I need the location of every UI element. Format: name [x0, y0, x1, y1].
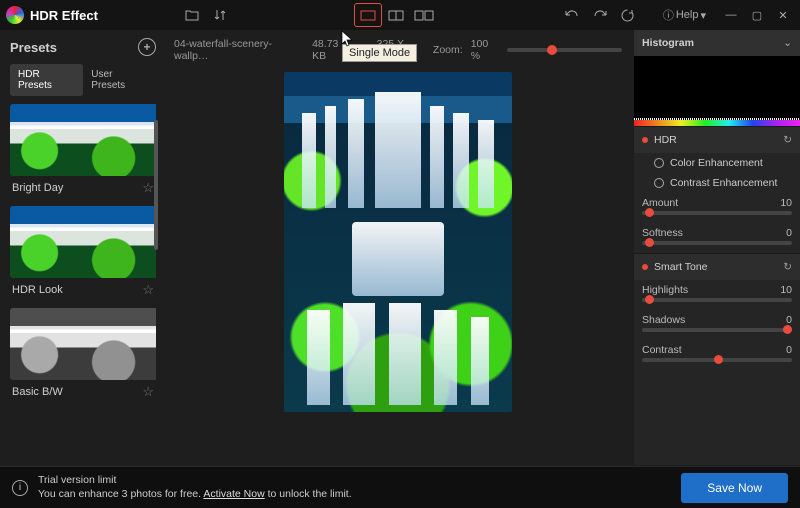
save-now-button[interactable]: Save Now	[681, 473, 788, 503]
info-icon: i	[12, 480, 28, 496]
preset-thumb	[10, 308, 156, 380]
option-label: Contrast Enhancement	[670, 177, 777, 189]
open-folder-button[interactable]	[178, 3, 206, 27]
shadows-slider[interactable]	[642, 328, 792, 332]
section-indicator-icon	[642, 264, 648, 270]
side-by-side-button[interactable]	[410, 3, 438, 27]
titlebar: HDR Effect ⓘHelp ▾ —	[0, 0, 800, 30]
image-canvas[interactable]	[284, 72, 512, 412]
slider-thumb[interactable]	[645, 208, 654, 217]
toolbar-history-group	[558, 3, 642, 27]
contrast-enhancement-option[interactable]: Contrast Enhancement	[634, 173, 800, 193]
editor-area: 04-waterfall-scenery-wallp… 48.73 KB | 3…	[162, 30, 634, 465]
param-label: Contrast	[642, 344, 682, 356]
highlights-slider[interactable]	[642, 298, 792, 302]
hdr-section-header[interactable]: HDR ↻	[634, 127, 800, 153]
histogram-header[interactable]: Histogram ⌄	[634, 30, 800, 56]
param-value: 0	[786, 227, 792, 239]
preset-list: Bright Day ☆ HDR Look ☆ Basic B/W ☆	[10, 104, 156, 465]
hdr-section: HDR ↻ Color Enhancement Contrast Enhance…	[634, 126, 800, 253]
preset-thumb	[10, 104, 156, 176]
tab-hdr-presets[interactable]: HDR Presets	[10, 64, 83, 96]
help-label: Help	[676, 9, 699, 21]
app-title: HDR Effect	[30, 8, 98, 23]
reset-icon[interactable]: ↻	[783, 261, 792, 273]
amount-param: Amount10	[634, 193, 800, 223]
undo-button[interactable]	[558, 3, 586, 27]
trial-message: Trial version limit You can enhance 3 ph…	[38, 474, 352, 501]
softness-slider[interactable]	[642, 241, 792, 245]
smart-tone-header[interactable]: Smart Tone ↻	[634, 254, 800, 280]
bottom-bar: i Trial version limit You can enhance 3 …	[0, 466, 800, 508]
toolbar-file-group	[178, 3, 234, 27]
smart-tone-title: Smart Tone	[654, 261, 708, 273]
section-indicator-icon	[642, 137, 648, 143]
param-label: Shadows	[642, 314, 685, 326]
preset-item[interactable]: Bright Day ☆	[10, 104, 156, 200]
reset-icon[interactable]: ↻	[783, 134, 792, 146]
minimize-button[interactable]: —	[720, 4, 742, 26]
tab-user-presets[interactable]: User Presets	[83, 64, 156, 96]
zoom-thumb[interactable]	[547, 45, 557, 55]
param-value: 10	[780, 197, 792, 209]
favorite-icon[interactable]: ☆	[142, 180, 154, 196]
help-menu[interactable]: ⓘHelp ▾	[663, 7, 706, 23]
softness-param: Softness0	[634, 223, 800, 253]
amount-slider[interactable]	[642, 211, 792, 215]
sort-button[interactable]	[206, 3, 234, 27]
contrast-slider[interactable]	[642, 358, 792, 362]
histogram-title: Histogram	[642, 37, 694, 49]
maximize-button[interactable]: ▢	[746, 4, 768, 26]
option-label: Color Enhancement	[670, 157, 763, 169]
slider-thumb[interactable]	[714, 355, 723, 364]
preset-label: Basic B/W	[12, 386, 63, 398]
smart-tone-section: Smart Tone ↻ Highlights10 Shadows0 Contr…	[634, 253, 800, 370]
shadows-param: Shadows0	[634, 310, 800, 340]
chevron-down-icon: ▾	[700, 9, 706, 22]
add-preset-button[interactable]: +	[138, 38, 156, 56]
slider-thumb[interactable]	[645, 238, 654, 247]
preset-item[interactable]: Basic B/W ☆	[10, 308, 156, 404]
histogram-display	[634, 56, 800, 126]
zoom-label: Zoom:	[433, 44, 463, 56]
highlights-param: Highlights10	[634, 280, 800, 310]
preset-item[interactable]: HDR Look ☆	[10, 206, 156, 302]
reset-button[interactable]	[614, 3, 642, 27]
trial-line-b: to unlock the limit.	[265, 488, 352, 500]
trial-title: Trial version limit	[38, 474, 352, 488]
close-button[interactable]: ✕	[772, 4, 794, 26]
adjustments-panel: Histogram ⌄ HDR ↻ Color Enhancement Cont…	[634, 30, 800, 465]
chevron-down-icon: ⌄	[783, 37, 792, 49]
slider-thumb[interactable]	[645, 295, 654, 304]
app-logo-icon	[6, 6, 24, 24]
radio-icon	[654, 158, 664, 168]
single-mode-button[interactable]	[354, 3, 382, 27]
param-value: 10	[780, 284, 792, 296]
zoom-value: 100 %	[471, 38, 500, 62]
color-enhancement-option[interactable]: Color Enhancement	[634, 153, 800, 173]
favorite-icon[interactable]: ☆	[142, 384, 154, 400]
slider-thumb[interactable]	[783, 325, 792, 334]
contrast-param: Contrast 0	[634, 340, 800, 370]
param-value: 0	[786, 344, 792, 356]
preset-tabs: HDR Presets User Presets	[10, 64, 156, 96]
favorite-icon[interactable]: ☆	[142, 282, 154, 298]
window-controls: ⓘHelp ▾ — ▢ ✕	[663, 4, 794, 26]
presets-panel: Presets + HDR Presets User Presets Brigh…	[0, 30, 162, 465]
split-mode-button[interactable]	[382, 3, 410, 27]
trial-line-a: You can enhance 3 photos for free.	[38, 488, 203, 500]
hdr-title: HDR	[654, 134, 677, 146]
toolbar-view-group	[354, 3, 438, 27]
preset-label: Bright Day	[12, 182, 63, 194]
radio-icon	[654, 178, 664, 188]
mouse-cursor-icon	[341, 30, 355, 48]
file-name: 04-waterfall-scenery-wallp…	[174, 38, 302, 62]
activate-link[interactable]: Activate Now	[203, 488, 264, 500]
preset-scrollbar[interactable]	[154, 120, 158, 250]
redo-button[interactable]	[586, 3, 614, 27]
preset-thumb	[10, 206, 156, 278]
zoom-slider[interactable]	[507, 48, 622, 52]
presets-title: Presets	[10, 40, 57, 55]
preset-label: HDR Look	[12, 284, 63, 296]
